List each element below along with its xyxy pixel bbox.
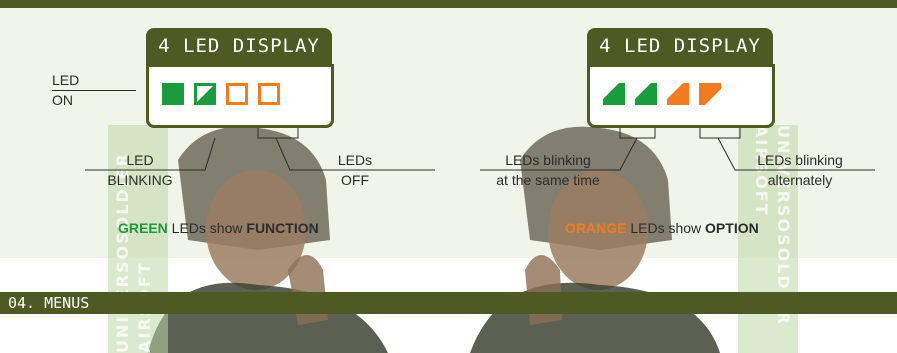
label-leds-alternately: LEDs blinking alternately (757, 152, 843, 188)
section-title: 04. MENUS (8, 294, 90, 312)
right-caption: ORANGE LEDs show OPTION (565, 220, 759, 236)
led-blinking-icon (667, 83, 689, 105)
right-display-title: 4 LED DISPLAY (587, 28, 773, 64)
label-leds-off: LEDs OFF (337, 152, 373, 188)
left-caption: GREEN LEDs show FUNCTION (118, 220, 319, 236)
right-led-display (587, 64, 775, 128)
led-blinking-icon (603, 83, 625, 105)
led-blinking-alternate-icon (699, 83, 721, 105)
led-blinking-icon (635, 83, 657, 105)
section-header: 04. MENUS (0, 292, 897, 314)
label-leds-same-time: LEDs blinking at the same time (496, 152, 600, 188)
